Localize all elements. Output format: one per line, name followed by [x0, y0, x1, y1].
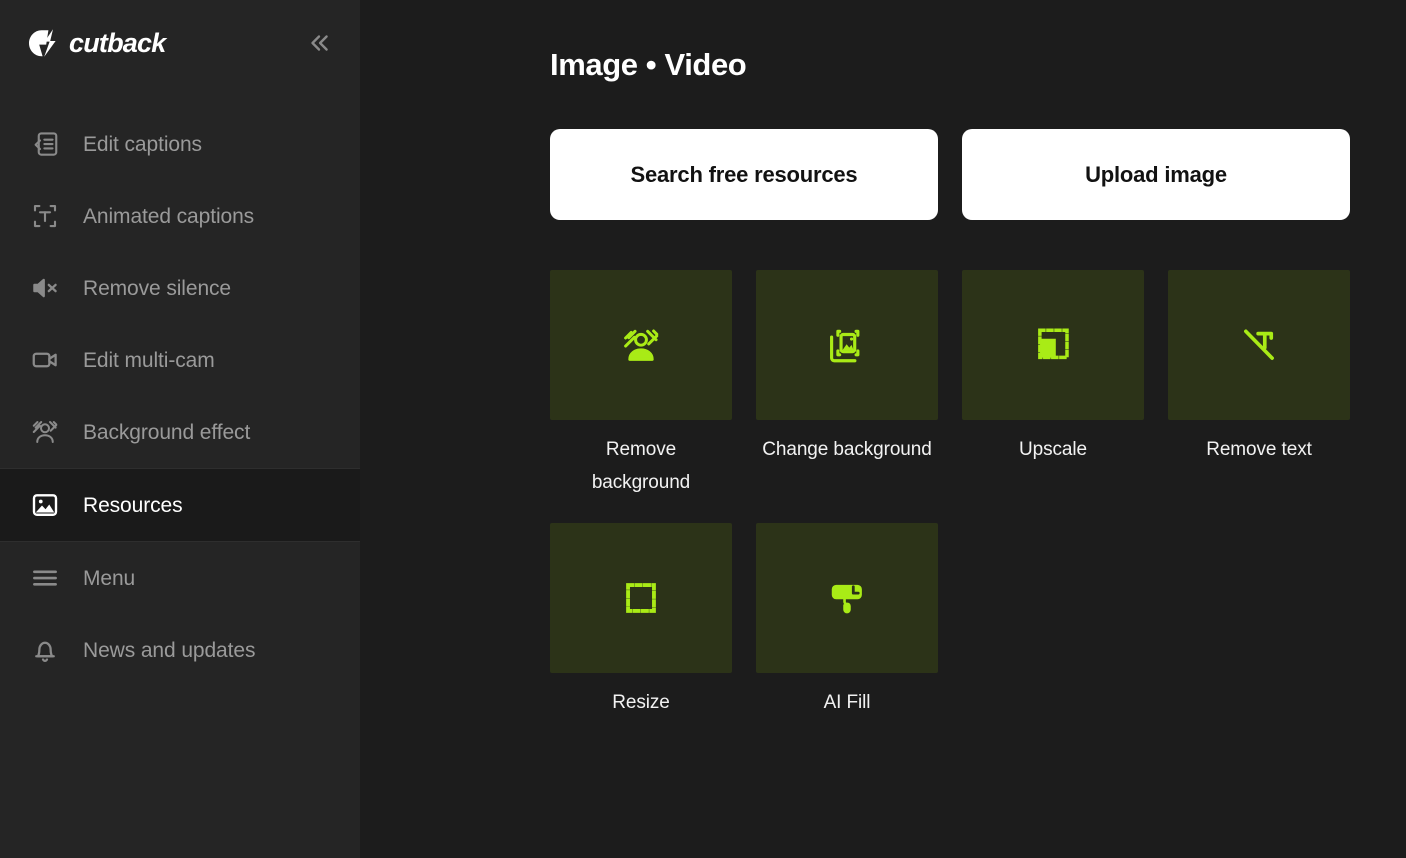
animated-captions-icon	[26, 197, 64, 235]
sidebar-nav: Edit captions Animated captions Remove s…	[0, 108, 360, 686]
lightning-bolt-icon	[26, 28, 60, 58]
sidebar-item-animated-captions[interactable]: Animated captions	[0, 180, 360, 252]
image-icon	[26, 486, 64, 524]
edit-captions-icon	[26, 125, 64, 163]
collapse-sidebar-button[interactable]	[302, 26, 336, 60]
tool-card-remove-background[interactable]: Remove background	[550, 270, 732, 499]
sidebar-item-label: Animated captions	[83, 204, 255, 228]
sidebar: cutback Edit captions Animated captions …	[0, 0, 360, 858]
sidebar-item-label: Menu	[83, 566, 136, 590]
tool-label: Resize	[612, 692, 670, 714]
upload-image-button[interactable]: Upload image	[962, 129, 1350, 221]
search-free-resources-button[interactable]: Search free resources	[550, 129, 938, 221]
tool-card-resize[interactable]: Resize	[550, 523, 732, 720]
brand-name: cutback	[69, 27, 166, 58]
tool-label: Upscale	[1019, 439, 1087, 461]
tool-thumbnail	[756, 523, 938, 674]
sidebar-item-resources[interactable]: Resources	[0, 469, 360, 541]
mute-speaker-icon	[26, 269, 64, 307]
sidebar-header: cutback	[0, 0, 360, 86]
tool-card-ai-fill[interactable]: AI Fill	[756, 523, 938, 720]
background-effect-icon	[26, 413, 64, 451]
tool-label: Change background	[762, 439, 932, 461]
tool-thumbnail	[962, 270, 1144, 421]
sidebar-item-edit-multi-cam[interactable]: Edit multi-cam	[0, 324, 360, 396]
tool-thumbnail	[756, 270, 938, 421]
sidebar-item-label: Edit captions	[83, 132, 202, 156]
bell-icon	[26, 631, 64, 669]
tool-thumbnail	[550, 523, 732, 674]
page-title: Image • Video	[550, 47, 747, 82]
upscale-icon	[1032, 324, 1074, 366]
tool-card-remove-text[interactable]: Remove text	[1168, 270, 1350, 499]
tool-label: Remove background	[591, 439, 691, 493]
chevron-double-left-icon	[306, 30, 332, 56]
ai-fill-icon	[826, 577, 868, 619]
tool-grid: Remove background Change background Upsc…	[550, 270, 1350, 720]
sidebar-item-label: Resources	[83, 493, 183, 517]
sidebar-item-label: Remove silence	[83, 276, 231, 300]
primary-actions: Search free resources Upload image	[550, 129, 1350, 221]
sidebar-item-label: Background effect	[83, 420, 251, 444]
sidebar-item-remove-silence[interactable]: Remove silence	[0, 252, 360, 324]
tool-thumbnail	[550, 270, 732, 421]
tool-card-upscale[interactable]: Upscale	[962, 270, 1144, 499]
app-root: cutback Edit captions Animated captions …	[0, 0, 1406, 858]
tool-label: AI Fill	[823, 692, 871, 714]
remove-background-icon	[620, 324, 662, 366]
sidebar-item-label: News and updates	[83, 638, 256, 662]
tool-card-change-background[interactable]: Change background	[756, 270, 938, 499]
brand-logo[interactable]: cutback	[26, 28, 302, 58]
hamburger-menu-icon	[26, 559, 64, 597]
tool-label: Remove text	[1206, 439, 1312, 461]
sidebar-item-background-effect[interactable]: Background effect	[0, 396, 360, 468]
sidebar-item-news-and-updates[interactable]: News and updates	[0, 614, 360, 686]
change-background-icon	[826, 324, 868, 366]
tool-thumbnail	[1168, 270, 1350, 421]
main-content: Image • Video Search free resources Uplo…	[360, 0, 1406, 858]
resize-icon	[620, 577, 662, 619]
sidebar-item-label: Edit multi-cam	[83, 348, 215, 372]
sidebar-item-menu[interactable]: Menu	[0, 542, 360, 614]
video-camera-icon	[26, 341, 64, 379]
sidebar-item-edit-captions[interactable]: Edit captions	[0, 108, 360, 180]
remove-text-icon	[1238, 324, 1280, 366]
